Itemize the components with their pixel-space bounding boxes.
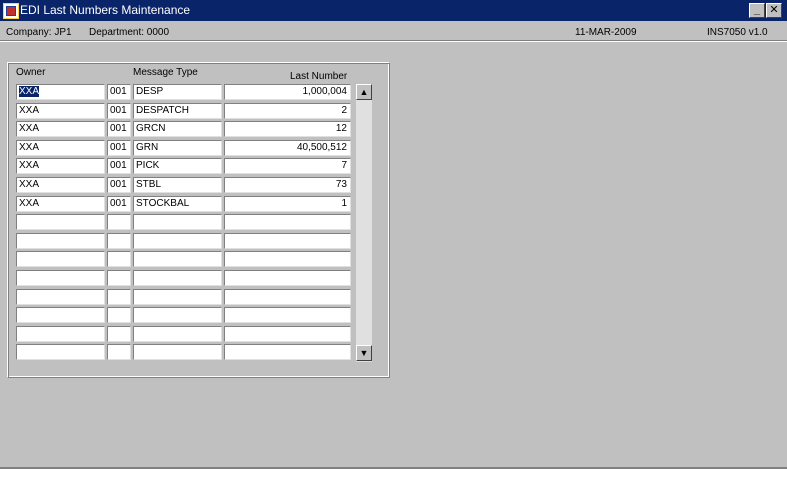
owner-field[interactable]: XXA: [16, 158, 105, 174]
owner-code-field[interactable]: [107, 233, 131, 249]
owner-code-field[interactable]: 001: [107, 177, 131, 193]
owner-code-field[interactable]: [107, 307, 131, 323]
owner-field[interactable]: XXA: [16, 84, 105, 100]
program-version: INS7050 v1.0: [707, 27, 768, 38]
message-type-field[interactable]: [133, 251, 222, 267]
owner-code-field[interactable]: [107, 344, 131, 360]
owner-code-field[interactable]: [107, 326, 131, 342]
owner-code-field[interactable]: 001: [107, 140, 131, 156]
message-type-field[interactable]: STBL: [133, 177, 222, 193]
last-number-field[interactable]: [224, 251, 351, 267]
last-number-field[interactable]: [224, 214, 351, 230]
last-number-field[interactable]: 1,000,004: [224, 84, 351, 100]
scroll-up-icon[interactable]: ▲: [356, 84, 372, 100]
last-number-field[interactable]: 2: [224, 103, 351, 119]
scroll-down-icon[interactable]: ▼: [356, 345, 372, 361]
owner-code-field[interactable]: 001: [107, 103, 131, 119]
owner-field[interactable]: [16, 233, 105, 249]
owner-code-field[interactable]: [107, 289, 131, 305]
column-header-message-type: Message Type: [133, 67, 198, 78]
last-number-field[interactable]: [224, 233, 351, 249]
owner-field[interactable]: XXA: [16, 103, 105, 119]
message-type-field[interactable]: [133, 307, 222, 323]
owner-field[interactable]: XXA: [16, 140, 105, 156]
message-type-field[interactable]: DESPATCH: [133, 103, 222, 119]
owner-field[interactable]: XXA: [16, 121, 105, 137]
selected-text: XXA: [19, 86, 40, 97]
owner-code-field[interactable]: [107, 214, 131, 230]
message-type-field[interactable]: DESP: [133, 84, 222, 100]
owner-field[interactable]: [16, 326, 105, 342]
close-button[interactable]: ✕: [766, 3, 782, 18]
owner-field[interactable]: [16, 289, 105, 305]
department-label: Department: 0000: [89, 27, 170, 38]
info-bar: Company: JP1 Department: 0000 11-MAR-200…: [0, 22, 787, 42]
message-type-field[interactable]: [133, 214, 222, 230]
owner-code-field[interactable]: [107, 270, 131, 286]
message-type-field[interactable]: STOCKBAL: [133, 196, 222, 212]
message-type-field[interactable]: [133, 326, 222, 342]
column-header-owner: Owner: [16, 67, 46, 78]
message-type-field[interactable]: GRCN: [133, 121, 222, 137]
owner-code-field[interactable]: 001: [107, 196, 131, 212]
message-type-field[interactable]: PICK: [133, 158, 222, 174]
window-title: EDI Last Numbers Maintenance: [20, 3, 191, 17]
last-number-field[interactable]: [224, 289, 351, 305]
message-type-field[interactable]: GRN: [133, 140, 222, 156]
owner-code-field[interactable]: 001: [107, 84, 131, 100]
title-bar: EDI Last Numbers Maintenance _ ✕: [0, 0, 787, 21]
app-window: EDI Last Numbers Maintenance _ ✕ Company…: [0, 0, 787, 469]
app-icon[interactable]: [3, 3, 19, 19]
owner-field[interactable]: [16, 251, 105, 267]
last-number-field[interactable]: [224, 326, 351, 342]
message-type-field[interactable]: [133, 233, 222, 249]
owner-code-field[interactable]: 001: [107, 121, 131, 137]
message-type-field[interactable]: [133, 344, 222, 360]
last-number-field[interactable]: 7: [224, 158, 351, 174]
last-number-field[interactable]: [224, 344, 351, 360]
minimize-button[interactable]: _: [749, 3, 765, 18]
owner-field[interactable]: XXA: [16, 196, 105, 212]
column-header-last-number: Last Number: [290, 71, 348, 82]
owner-code-field[interactable]: 001: [107, 158, 131, 174]
scrollbar-track[interactable]: [356, 84, 372, 362]
owner-field[interactable]: [16, 307, 105, 323]
last-number-field[interactable]: 40,500,512: [224, 140, 351, 156]
owner-code-field[interactable]: [107, 251, 131, 267]
last-number-field[interactable]: [224, 270, 351, 286]
company-label: Company: JP1: [6, 27, 72, 38]
last-number-field[interactable]: 12: [224, 121, 351, 137]
owner-field[interactable]: XXA: [16, 177, 105, 193]
last-number-field[interactable]: 1: [224, 196, 351, 212]
owner-field[interactable]: [16, 344, 105, 360]
owner-field[interactable]: [16, 214, 105, 230]
owner-field[interactable]: [16, 270, 105, 286]
date-label: 11-MAR-2009: [575, 27, 637, 38]
last-number-field[interactable]: [224, 307, 351, 323]
message-type-field[interactable]: [133, 289, 222, 305]
status-divider: [0, 467, 787, 469]
last-number-field[interactable]: 73: [224, 177, 351, 193]
message-type-field[interactable]: [133, 270, 222, 286]
